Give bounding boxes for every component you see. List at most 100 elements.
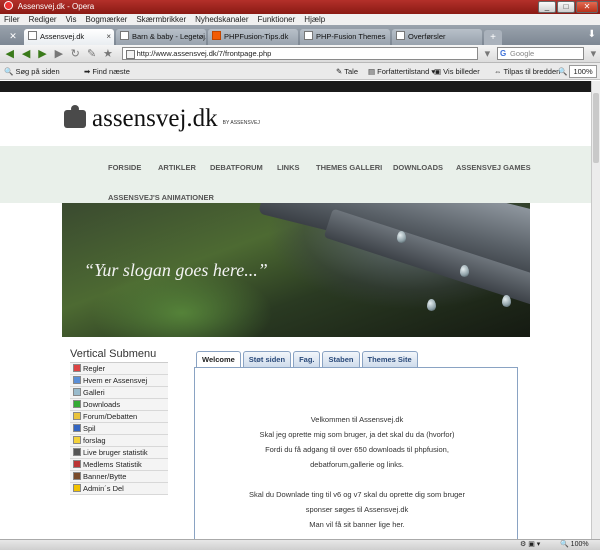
tab-themes-site[interactable]: Themes Site [361, 351, 418, 368]
nav-themes-galleri[interactable]: THEMES GALLERI [316, 163, 382, 172]
submenu-item-forslag[interactable]: forslag [70, 435, 168, 447]
page-favicon-icon [120, 31, 129, 40]
menu-hjaelp[interactable]: Hjælp [304, 14, 325, 25]
nav-debatforum[interactable]: DEBATFORUM [210, 163, 263, 172]
status-zoom[interactable]: 🔍 100% [560, 540, 589, 550]
page-viewport: assensvej.dk BY ASSENSVEJ FORSIDE ARTIKL… [0, 81, 591, 539]
phpfusion-favicon-icon [212, 31, 221, 40]
menu-nyhedskanaler[interactable]: Nyhedskanaler [195, 14, 248, 25]
fast-forward-icon[interactable]: ▶ [52, 47, 65, 61]
tab-scroll-left-icon[interactable]: ✕ [2, 28, 24, 45]
tab-label: PHP-Fusion Themes [316, 32, 386, 41]
tab-barn-baby[interactable]: Barn & baby - Legetøj... [116, 29, 206, 45]
submenu-item-forum[interactable]: Forum/Debatten [70, 411, 168, 423]
status-bar: ⚙ ▣ ▾ 🔍 100% [0, 539, 600, 550]
menu-funktioner[interactable]: Funktioner [258, 14, 296, 25]
back-icon[interactable]: ◀ [19, 47, 32, 61]
nav-animationer[interactable]: ASSENSVEJ'S ANIMATIONER [108, 193, 214, 202]
tab-staben[interactable]: Staben [322, 351, 360, 368]
game-icon [73, 424, 81, 432]
tab-bar: ✕ Assensvej.dk × Barn & baby - Legetøj..… [0, 25, 600, 45]
window-controls: _ □ ✕ [538, 1, 598, 13]
author-mode-button[interactable]: ▤ Forfattertilstand ▾ [368, 63, 435, 80]
find-in-page-field[interactable]: 🔍 Søg på siden [4, 63, 60, 80]
water-drop [460, 265, 469, 277]
nav-links[interactable]: LINKS [277, 163, 300, 172]
bookmark-star-icon[interactable]: ★ [101, 47, 114, 61]
trash-icon[interactable]: ⬇ [588, 29, 596, 40]
vertical-scrollbar[interactable] [591, 81, 600, 539]
water-drop [502, 295, 511, 307]
menu-bogmaerker[interactable]: Bogmærker [86, 14, 128, 25]
menu-rediger[interactable]: Rediger [29, 14, 57, 25]
address-dropdown-icon[interactable]: ▾ [481, 47, 494, 61]
submenu-item-galleri[interactable]: Galleri [70, 387, 168, 399]
tab-close-icon[interactable]: × [106, 29, 111, 45]
window-title: Assensvej.dk - Opera [17, 2, 95, 11]
submenu-title: Vertical Submenu [70, 348, 157, 360]
welcome-line: sponser søges til Assensvej.dk [305, 505, 409, 514]
minimize-button[interactable]: _ [538, 1, 556, 13]
forward-icon[interactable]: ▶ [36, 47, 49, 61]
menu-skaermbrikker[interactable]: Skærmbrikker [136, 14, 186, 25]
tab-phpfusion-tips[interactable]: PHPFusion-Tips.dk [208, 29, 298, 45]
nav-artikler[interactable]: ARTIKLER [158, 163, 196, 172]
fit-width-button[interactable]: ⇔ Tilpas til bredden [494, 63, 560, 80]
tab-welcome[interactable]: Welcome [196, 351, 241, 368]
find-next-button[interactable]: ➡ Find næste [84, 63, 130, 80]
tab-label: PHPFusion-Tips.dk [224, 32, 289, 41]
tab-assensvej[interactable]: Assensvej.dk × [24, 29, 114, 45]
show-images-button[interactable]: ▣ Vis billeder [434, 63, 480, 80]
submenu-item-spil[interactable]: Spil [70, 423, 168, 435]
tab-stot-siden[interactable]: Støt siden [242, 351, 292, 368]
address-field[interactable]: http://www.assensvej.dk/7/frontpage.php [121, 47, 478, 60]
rewind-icon[interactable]: ◀ [3, 47, 16, 61]
page-favicon-icon [28, 31, 37, 40]
zoom-value: 100% [569, 65, 597, 78]
status-icons[interactable]: ⚙ ▣ ▾ [520, 540, 540, 550]
reload-icon[interactable]: ↻ [69, 47, 82, 61]
stats-icon [73, 448, 81, 456]
content-tabs: Welcome Støt siden Fag. Staben Themes Si… [196, 351, 418, 368]
star-icon [73, 436, 81, 444]
menu-bar: Filer Rediger Vis Bogmærker Skærmbrikker… [0, 14, 600, 25]
nav-assensvej-games[interactable]: ASSENSVEJ GAMES [456, 163, 531, 172]
welcome-line: Fordi du få adgang til over 650 download… [265, 445, 449, 454]
nav-forside[interactable]: FORSIDE [108, 163, 141, 172]
search-dropdown-icon[interactable]: ▾ [587, 47, 600, 61]
maximize-button[interactable]: □ [557, 1, 575, 13]
puzzle-icon [64, 105, 86, 128]
tab-overforsler[interactable]: Overførsler [392, 29, 482, 45]
submenu-item-hvem[interactable]: Hvem er Assensvej [70, 375, 168, 387]
page-favicon-icon [304, 31, 313, 40]
submenu-item-medlems-statistik[interactable]: Medlems Statistik [70, 459, 168, 471]
submenu-item-downloads[interactable]: Downloads [70, 399, 168, 411]
submenu-item-banner[interactable]: Banner/Bytte [70, 471, 168, 483]
home-icon [73, 364, 81, 372]
new-tab-button[interactable]: + [484, 30, 502, 45]
scrollbar-thumb[interactable] [593, 93, 599, 163]
menu-vis[interactable]: Vis [66, 14, 77, 25]
zoom-control[interactable]: 🔍 100% [558, 63, 597, 80]
welcome-line: Velkommen til Assensvej.dk [310, 415, 404, 424]
close-button[interactable]: ✕ [576, 1, 598, 13]
warning-icon [73, 484, 81, 492]
site-logo[interactable]: assensvej.dk BY ASSENSVEJ [64, 105, 260, 132]
show-images-label: Vis billeder [443, 67, 480, 76]
members-icon [73, 460, 81, 468]
fit-width-label: Tilpas til bredden [503, 67, 561, 76]
submenu-item-live-statistik[interactable]: Live bruger statistik [70, 447, 168, 459]
logo-text: assensvej.dk [92, 105, 218, 132]
logo-byline: BY ASSENSVEJ [222, 120, 260, 126]
search-field[interactable]: Google [497, 47, 584, 60]
speak-button[interactable]: ✎ Tale [336, 63, 358, 80]
submenu-item-regler[interactable]: Regler [70, 363, 168, 375]
edit-icon[interactable]: ✎ [85, 47, 98, 61]
tab-phpfusion-themes[interactable]: PHP-Fusion Themes [300, 29, 390, 45]
header-banner-image: “Yur slogan goes here...” [62, 203, 530, 337]
tab-fag[interactable]: Fag. [293, 351, 321, 368]
water-drop [397, 231, 406, 243]
menu-filer[interactable]: Filer [4, 14, 20, 25]
nav-downloads[interactable]: DOWNLOADS [393, 163, 443, 172]
submenu-item-admin[interactable]: Admin´s Del [70, 483, 168, 495]
